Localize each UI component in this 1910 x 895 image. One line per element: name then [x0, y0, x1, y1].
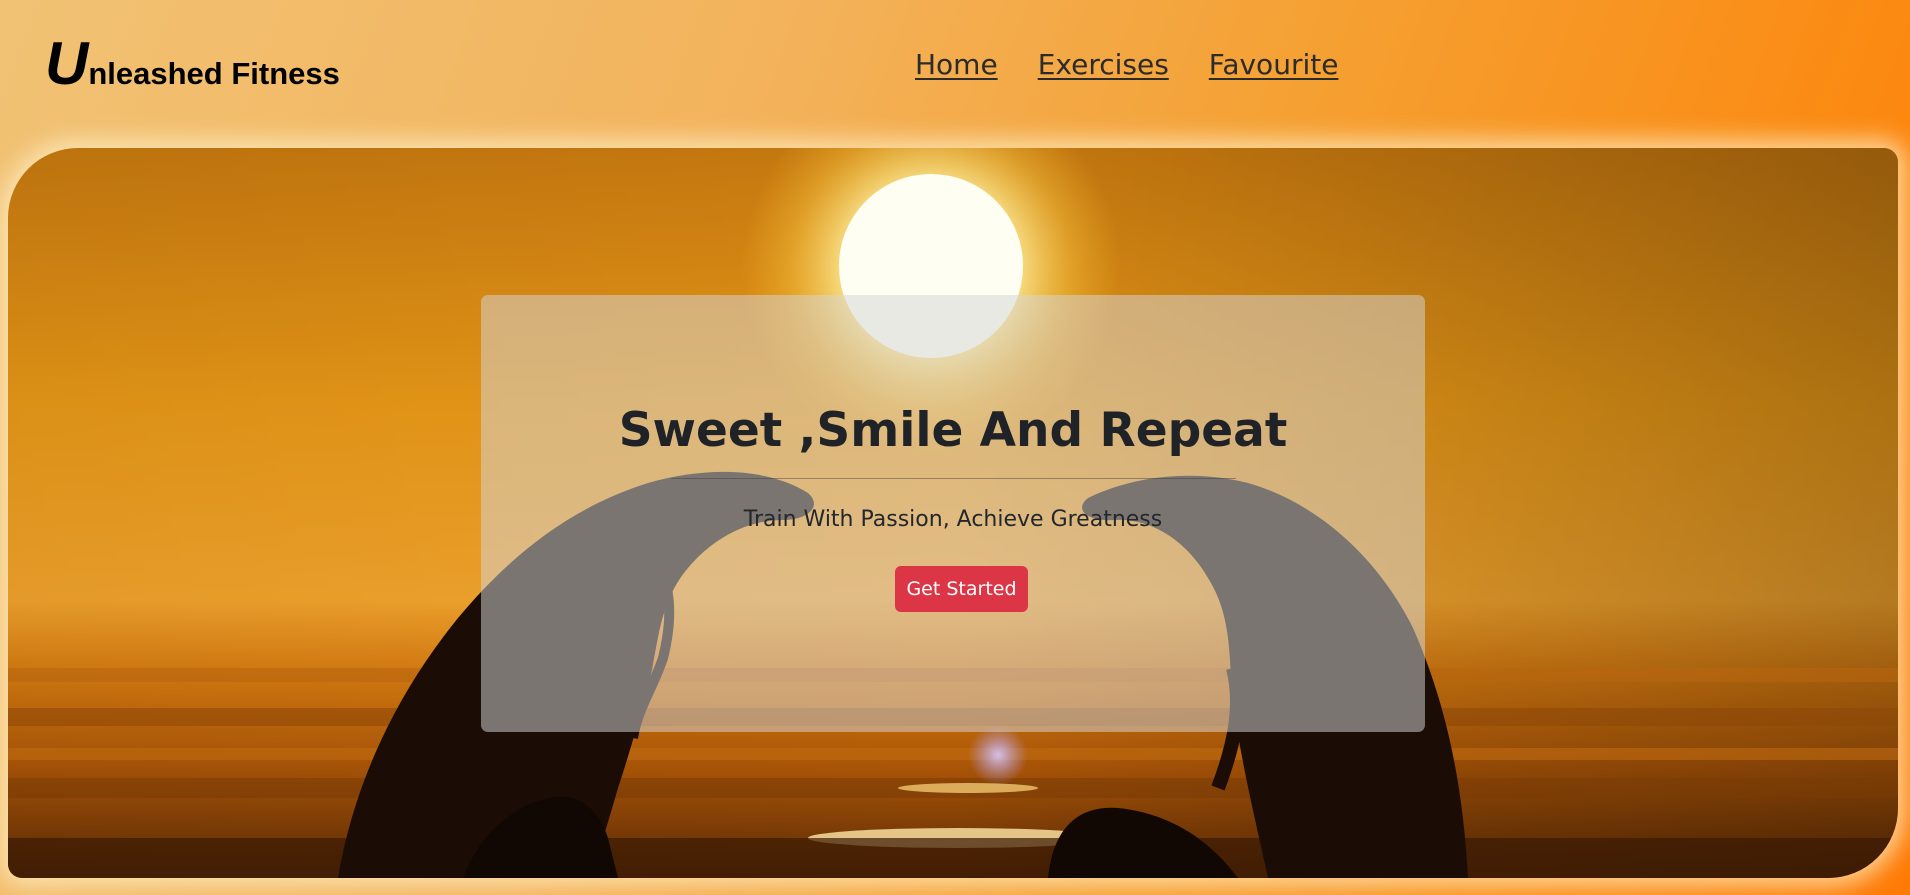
hero-section: Sweet ,Smile And Repeat Train With Passi… [8, 148, 1898, 878]
nav-favourite-link[interactable]: Favourite [1209, 48, 1339, 81]
nav-exercises-link[interactable]: Exercises [1038, 48, 1169, 81]
hero-card: Sweet ,Smile And Repeat Train With Passi… [481, 295, 1425, 732]
site-header: Unleashed Fitness Home Exercises Favouri… [0, 0, 1910, 140]
nav-home-link[interactable]: Home [915, 48, 998, 81]
brand-initial: U [45, 30, 88, 97]
hero-title: Sweet ,Smile And Repeat [618, 403, 1288, 458]
hero-subtitle: Train With Passion, Achieve Greatness [743, 507, 1163, 532]
get-started-button[interactable]: Get Started [895, 566, 1028, 612]
main-nav: Home Exercises Favourite [915, 48, 1338, 81]
brand-name: nleashed Fitness [88, 56, 340, 91]
hero-divider [671, 478, 1236, 479]
brand-logo[interactable]: Unleashed Fitness [45, 34, 340, 94]
